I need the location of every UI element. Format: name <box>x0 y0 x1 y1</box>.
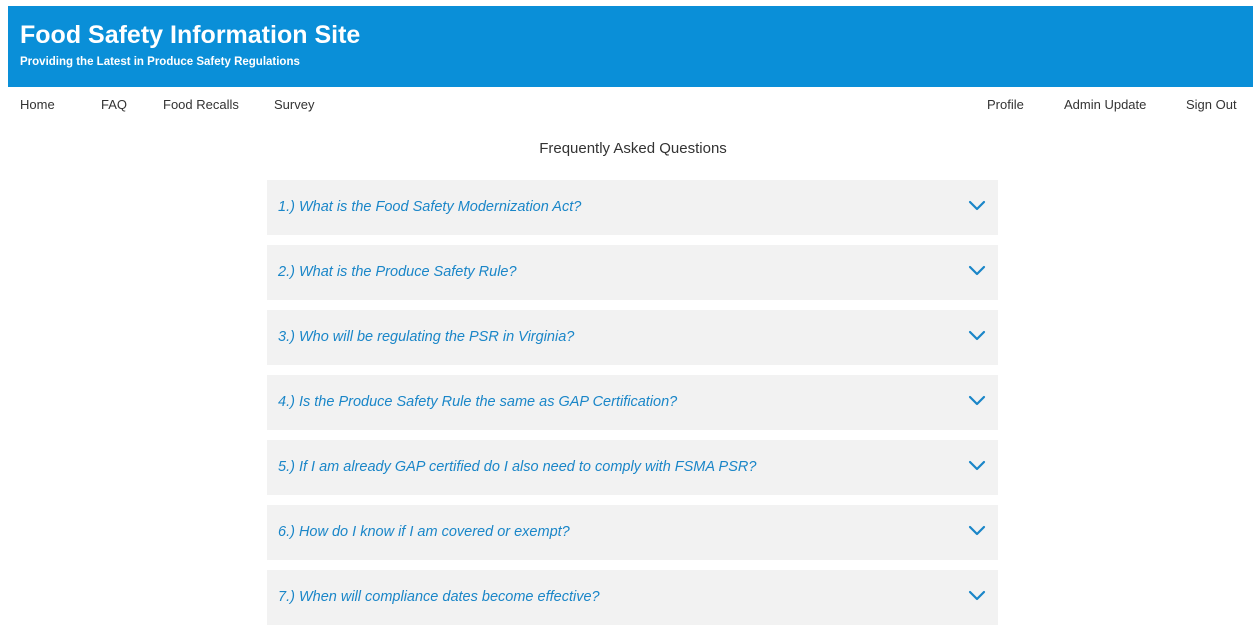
nav-profile-link[interactable]: Profile <box>987 97 1024 113</box>
chevron-down-icon[interactable] <box>968 524 986 538</box>
site-header: Food Safety Information Site Providing t… <box>8 6 1253 87</box>
faq-question: 4.) Is the Produce Safety Rule the same … <box>278 394 678 410</box>
faq-item[interactable]: 5.) If I am already GAP certified do I a… <box>267 440 998 495</box>
chevron-down-icon[interactable] <box>968 264 986 278</box>
faq-item[interactable]: 1.) What is the Food Safety Modernizatio… <box>267 180 998 235</box>
main-nav: Home FAQ Food Recalls Survey Profile Adm… <box>0 87 1253 123</box>
faq-question: 7.) When will compliance dates become ef… <box>278 589 600 605</box>
nav-admin-update-link[interactable]: Admin Update <box>1064 97 1146 113</box>
nav-food-recalls-link[interactable]: Food Recalls <box>163 97 239 113</box>
chevron-down-icon[interactable] <box>968 329 986 343</box>
nav-sign-out-link[interactable]: Sign Out <box>1186 97 1237 113</box>
faq-item[interactable]: 2.) What is the Produce Safety Rule? <box>267 245 998 300</box>
faq-question: 3.) Who will be regulating the PSR in Vi… <box>278 329 575 345</box>
chevron-down-icon[interactable] <box>968 394 986 408</box>
faq-question: 1.) What is the Food Safety Modernizatio… <box>278 199 582 215</box>
site-subtitle: Providing the Latest in Produce Safety R… <box>20 56 300 68</box>
faq-question: 6.) How do I know if I am covered or exe… <box>278 524 570 540</box>
site-title: Food Safety Information Site <box>20 21 361 49</box>
faq-question: 2.) What is the Produce Safety Rule? <box>278 264 517 280</box>
faq-list: 1.) What is the Food Safety Modernizatio… <box>267 180 998 635</box>
chevron-down-icon[interactable] <box>968 589 986 603</box>
faq-item[interactable]: 3.) Who will be regulating the PSR in Vi… <box>267 310 998 365</box>
nav-home-link[interactable]: Home <box>20 97 55 113</box>
faq-item[interactable]: 7.) When will compliance dates become ef… <box>267 570 998 625</box>
faq-item[interactable]: 4.) Is the Produce Safety Rule the same … <box>267 375 998 430</box>
faq-item[interactable]: 6.) How do I know if I am covered or exe… <box>267 505 998 560</box>
page-title: Frequently Asked Questions <box>539 140 727 157</box>
nav-faq-link[interactable]: FAQ <box>101 97 127 113</box>
faq-question: 5.) If I am already GAP certified do I a… <box>278 459 757 475</box>
nav-survey-link[interactable]: Survey <box>274 97 314 113</box>
chevron-down-icon[interactable] <box>968 199 986 213</box>
chevron-down-icon[interactable] <box>968 459 986 473</box>
